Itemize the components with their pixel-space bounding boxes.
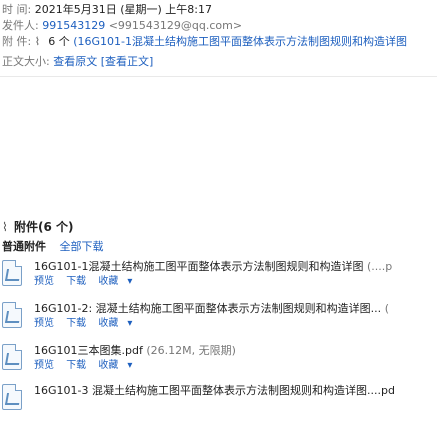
favorite-button[interactable]: 收藏 xyxy=(98,276,118,287)
attachment-name[interactable]: 16G101三本图集.pdf (26.12M, 无限期) xyxy=(34,344,435,358)
time-row: 时 间: 2021年5月31日 (星期一) 上午8:17 xyxy=(2,2,437,18)
view-body-link[interactable]: [查看正文] xyxy=(101,55,154,68)
attach-count: 6 个 xyxy=(48,35,70,48)
attachment-name[interactable]: 16G101-2: 混凝土结构施工图平面整体表示方法制图规则和构造详图... ( xyxy=(34,302,435,316)
attachment-name-text: 16G101-1混凝土结构施工图平面整体表示方法制图规则和构造详图 xyxy=(34,260,364,273)
file-icon xyxy=(2,344,22,370)
sender-email: <991543129@qq.com> xyxy=(108,19,243,32)
body-size-row: 正文大小: 查看原文 [查看正文] xyxy=(2,54,437,70)
attachment-actions: 预览 下载 收藏 ▾ xyxy=(34,275,141,289)
header-divider xyxy=(0,76,437,77)
paperclip-icon: ⌇ xyxy=(34,35,41,48)
attachment-summary-row: 附 件: ⌇ 6 个 (16G101-1混凝土结构施工图平面整体表示方法制图规则… xyxy=(2,34,437,50)
view-original-link[interactable]: 查看原文 xyxy=(53,55,97,68)
tab-normal-attachments[interactable]: 普通附件 xyxy=(2,240,46,253)
attachment-item: 16G101-3 混凝土结构施工图平面整体表示方法制图规则和构造详图....pd xyxy=(0,382,437,416)
time-value: 2021年5月31日 (星期一) 上午8:17 xyxy=(34,3,212,16)
preview-button[interactable]: 预览 xyxy=(34,318,54,329)
preview-button[interactable]: 预览 xyxy=(34,360,54,371)
chevron-down-icon[interactable]: ▾ xyxy=(127,276,132,287)
attachment-item: 16G101-2: 混凝土结构施工图平面整体表示方法制图规则和构造详图... (… xyxy=(0,300,437,334)
attachment-size: (....p xyxy=(366,260,393,273)
attachment-tabs: 普通附件 全部下载 xyxy=(2,239,114,255)
sender-row: 发件人: 991543129 <991543129@qq.com> xyxy=(2,18,437,34)
attachment-size: ( xyxy=(384,302,389,315)
attachment-name-text: 16G101三本图集.pdf xyxy=(34,344,143,357)
attachment-name[interactable]: 16G101-3 混凝土结构施工图平面整体表示方法制图规则和构造详图....pd xyxy=(34,384,435,398)
attachment-name[interactable]: 16G101-1混凝土结构施工图平面整体表示方法制图规则和构造详图 (....p xyxy=(34,260,435,274)
chevron-down-icon[interactable]: ▾ xyxy=(127,318,132,329)
favorite-button[interactable]: 收藏 xyxy=(98,360,118,371)
file-icon xyxy=(2,302,22,328)
attachment-size: (26.12M, 无限期) xyxy=(146,344,236,357)
attachment-name-text: 16G101-3 混凝土结构施工图平面整体表示方法制图规则和构造详图....pd xyxy=(34,384,395,397)
time-label: 时 间: xyxy=(2,3,32,16)
attachment-name-text: 16G101-2: 混凝土结构施工图平面整体表示方法制图规则和构造详图... xyxy=(34,302,382,315)
paperclip-icon: ⌇ xyxy=(2,220,8,234)
file-icon xyxy=(2,384,22,410)
attachment-actions: 预览 下载 收藏 ▾ xyxy=(34,359,141,373)
download-button[interactable]: 下载 xyxy=(66,318,86,329)
attachment-item: 16G101-1混凝土结构施工图平面整体表示方法制图规则和构造详图 (....p… xyxy=(0,258,437,292)
download-all-link[interactable]: 全部下载 xyxy=(60,240,104,253)
attach-inline-link[interactable]: (16G101-1混凝土结构施工图平面整体表示方法制图规则和构造详图 xyxy=(73,35,407,48)
attach-label: 附 件: xyxy=(2,35,32,48)
chevron-down-icon[interactable]: ▾ xyxy=(127,360,132,371)
attachment-actions: 预览 下载 收藏 ▾ xyxy=(34,317,141,331)
attachment-item: 16G101三本图集.pdf (26.12M, 无限期) 预览 下载 收藏 ▾ xyxy=(0,342,437,376)
favorite-button[interactable]: 收藏 xyxy=(98,318,118,329)
attachments-title: 附件(6 个) xyxy=(14,220,74,234)
body-size-label: 正文大小: xyxy=(2,55,50,68)
sender-name[interactable]: 991543129 xyxy=(42,19,105,32)
sender-label: 发件人: xyxy=(2,19,39,32)
file-icon xyxy=(2,260,22,286)
download-button[interactable]: 下载 xyxy=(66,276,86,287)
download-button[interactable]: 下载 xyxy=(66,360,86,371)
attachments-heading: ⌇ 附件(6 个) xyxy=(2,218,74,236)
preview-button[interactable]: 预览 xyxy=(34,276,54,287)
